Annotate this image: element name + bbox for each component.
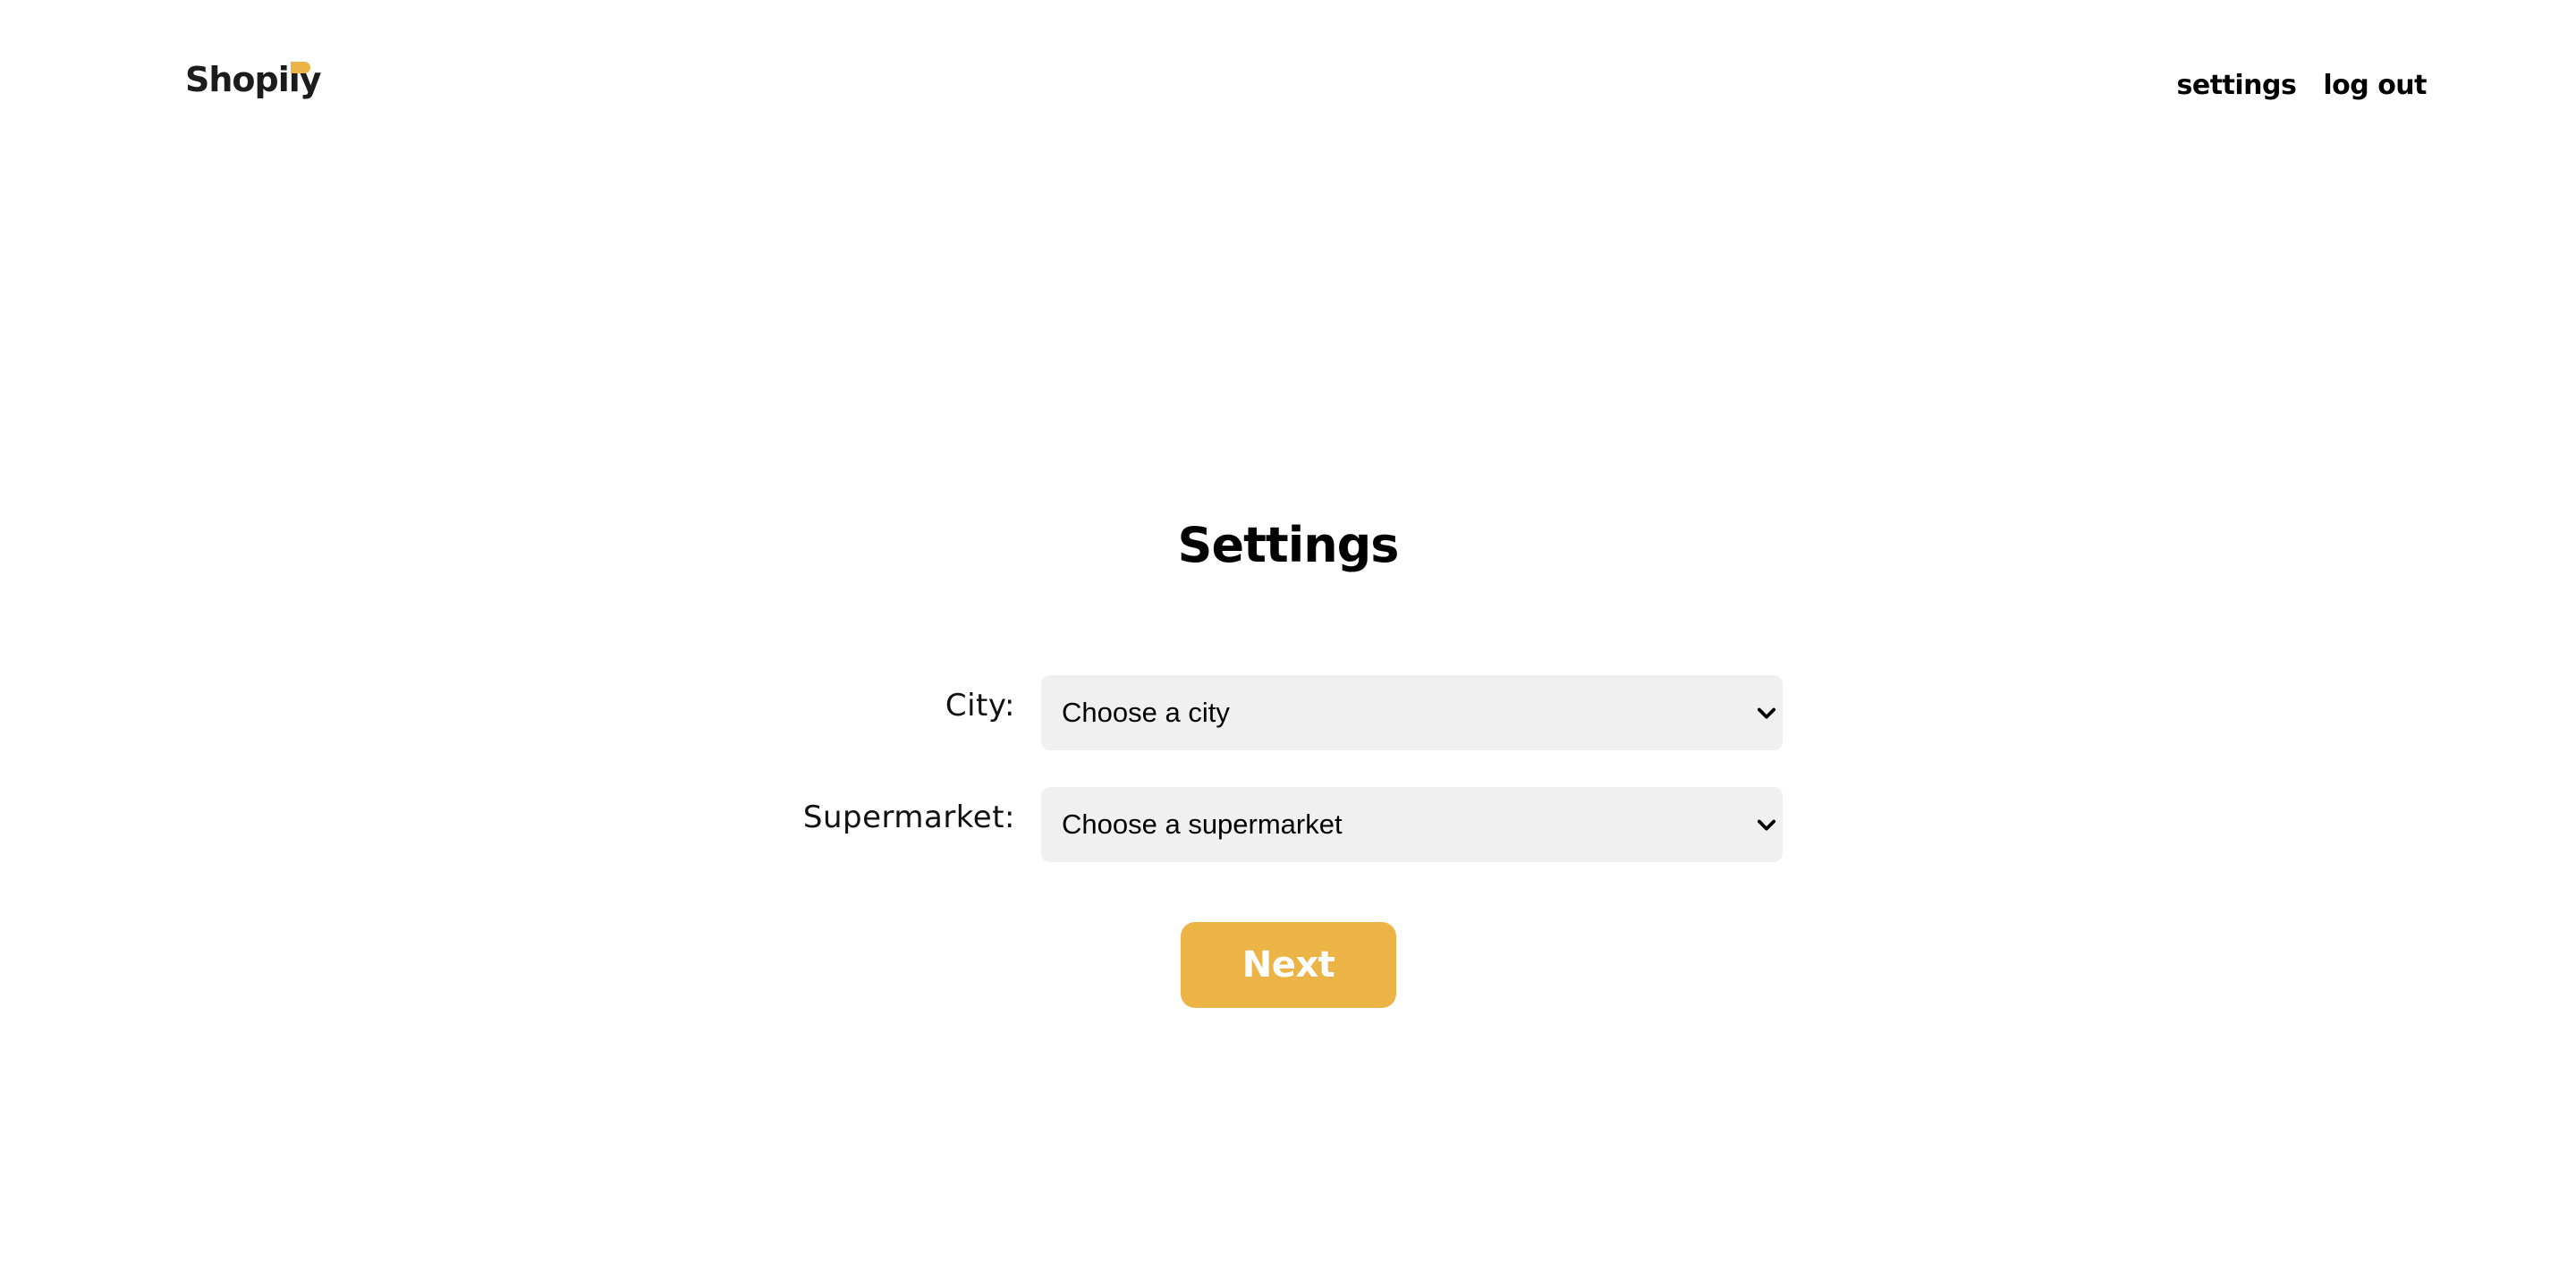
city-select-value: Choose a city (1062, 697, 1230, 728)
settings-link[interactable]: settings (2177, 66, 2297, 106)
page-title: Settings (1177, 517, 1400, 573)
top-nav: settings log out (2177, 66, 2428, 106)
supermarket-row: Supermarket: Choose a supermarket (0, 787, 2576, 862)
next-button[interactable]: Next (1181, 922, 1396, 1008)
logo-accent-icon (291, 62, 310, 73)
chevron-down-icon (1757, 819, 1776, 831)
city-row: City: Choose a city (0, 675, 2576, 750)
supermarket-select[interactable]: Choose a supermarket (1041, 787, 1783, 862)
city-label: City: (945, 688, 1015, 724)
city-select[interactable]: Choose a city (1041, 675, 1783, 750)
logout-link[interactable]: log out (2323, 66, 2427, 106)
supermarket-label: Supermarket: (802, 800, 1015, 835)
chevron-down-icon (1757, 707, 1776, 719)
supermarket-select-value: Choose a supermarket (1062, 808, 1343, 840)
shopily-logo[interactable]: Shopily (185, 57, 322, 102)
